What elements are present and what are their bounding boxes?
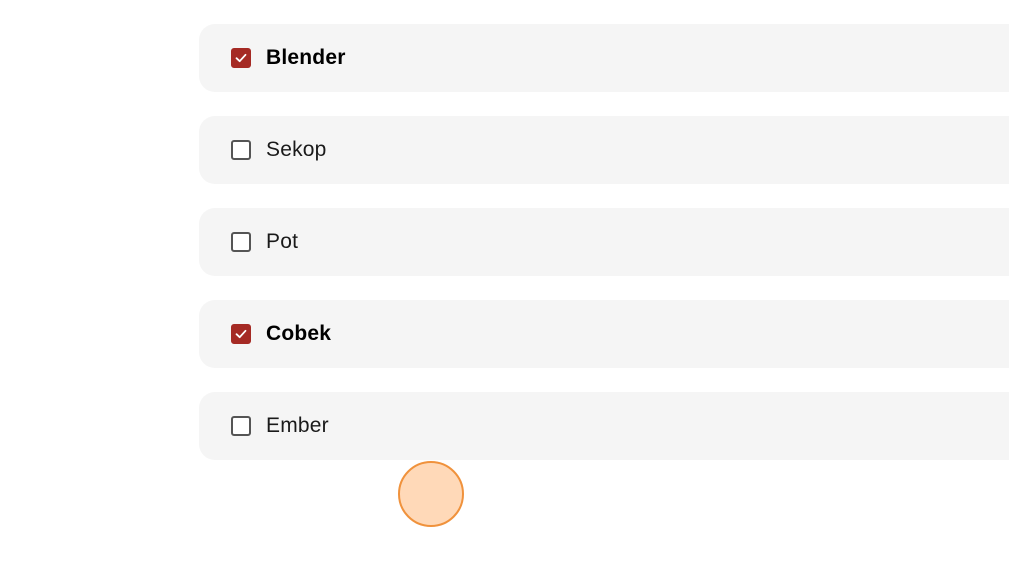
checkbox-list: Blender Sekop Pot Cobek Ember [199, 24, 1009, 484]
checkbox-checked-icon[interactable] [231, 324, 251, 344]
option-pot[interactable]: Pot [199, 208, 1009, 276]
option-label: Cobek [266, 322, 332, 345]
option-cobek[interactable]: Cobek [199, 300, 1009, 368]
checkbox-unchecked-icon[interactable] [231, 140, 251, 160]
checkmark-icon [235, 53, 247, 63]
checkbox-checked-icon[interactable] [231, 48, 251, 68]
option-label: Pot [266, 230, 299, 253]
option-label: Ember [266, 414, 329, 437]
checkbox-unchecked-icon[interactable] [231, 232, 251, 252]
option-label: Sekop [266, 138, 327, 161]
cursor-indicator [398, 461, 464, 527]
option-blender[interactable]: Blender [199, 24, 1009, 92]
checkbox-unchecked-icon[interactable] [231, 416, 251, 436]
option-ember[interactable]: Ember [199, 392, 1009, 460]
checkmark-icon [235, 329, 247, 339]
option-label: Blender [266, 46, 346, 69]
option-sekop[interactable]: Sekop [199, 116, 1009, 184]
